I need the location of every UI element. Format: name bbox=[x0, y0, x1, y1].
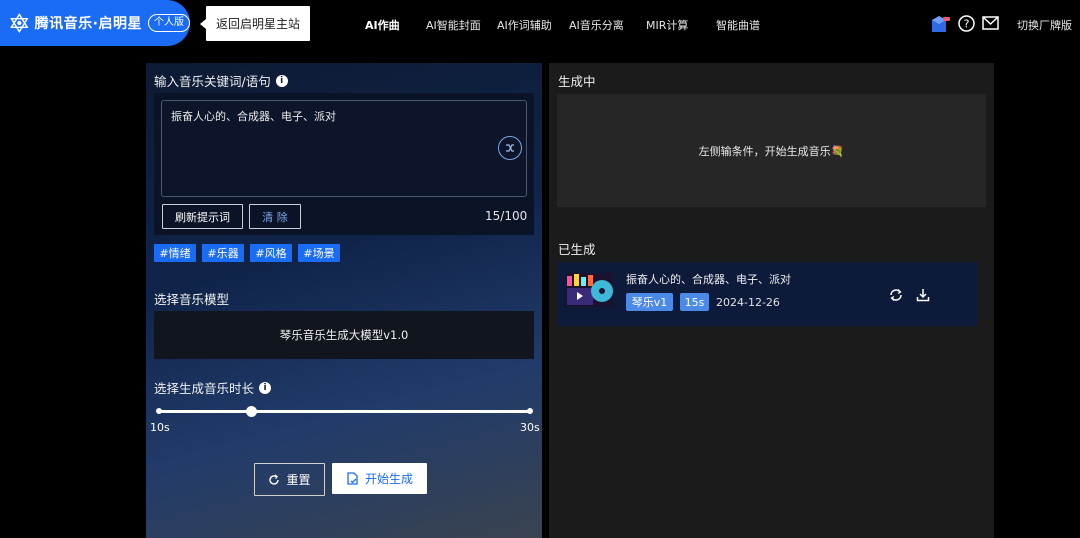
generating-label: 生成中 bbox=[558, 74, 596, 89]
slider-max-dot bbox=[527, 408, 533, 414]
tag-style[interactable]: #风格 bbox=[250, 244, 292, 262]
model-selector[interactable]: 琴乐音乐生成大模型v1.0 bbox=[154, 311, 534, 359]
brand-name: 腾讯音乐·启明星 bbox=[34, 16, 142, 32]
model-label: 选择音乐模型 bbox=[154, 292, 230, 307]
prompt-label: 输入音乐关键词/语句 bbox=[154, 74, 271, 89]
nav-mir[interactable]: MIR计算 bbox=[646, 17, 688, 33]
svg-text:?: ? bbox=[964, 18, 970, 31]
nav-ai-cover[interactable]: AI智能封面 bbox=[426, 17, 481, 33]
refresh-prompt-button[interactable]: 刷新提示词 bbox=[162, 204, 243, 229]
duration-min-label: 10s bbox=[150, 421, 170, 434]
song-card[interactable]: 振奋人心的、合成器、电子、派对 琴乐v1 15s 2024-12-26 bbox=[557, 262, 977, 326]
duration-max-label: 30s bbox=[520, 421, 540, 434]
start-label: 开始生成 bbox=[364, 472, 413, 486]
back-to-main-site-button[interactable]: 返回启明星主站 bbox=[200, 6, 310, 41]
song-date: 2024-12-26 bbox=[716, 296, 780, 309]
help-icon[interactable]: ? bbox=[958, 15, 975, 32]
duration-section-label: 选择生成音乐时长 i bbox=[154, 378, 272, 397]
slider-min-dot bbox=[156, 408, 162, 414]
empty-hint: 左侧输条件，开始生成音乐💐 bbox=[698, 144, 845, 158]
tag-instrument[interactable]: #乐器 bbox=[202, 244, 244, 262]
info-icon[interactable]: i bbox=[275, 74, 288, 87]
generated-label: 已生成 bbox=[558, 242, 596, 257]
prompt-section-label: 输入音乐关键词/语句 i bbox=[154, 71, 288, 90]
nav-ai-compose[interactable]: AI作曲 bbox=[365, 17, 400, 33]
switch-label-edition-link[interactable]: 切换厂牌版 bbox=[1017, 17, 1072, 33]
mail-icon[interactable] bbox=[982, 16, 999, 30]
edition-badge: 个人版 bbox=[148, 14, 190, 32]
duration-label: 选择生成音乐时长 bbox=[154, 381, 255, 396]
duration-slider-thumb[interactable] bbox=[246, 406, 258, 417]
shuffle-icon bbox=[506, 144, 514, 152]
star-logo-icon bbox=[10, 13, 29, 33]
char-counter: 15/100 bbox=[485, 209, 528, 223]
start-generate-button[interactable]: 开始生成 bbox=[332, 463, 427, 494]
regenerate-icon[interactable] bbox=[889, 288, 903, 302]
gift-box-icon[interactable] bbox=[929, 14, 951, 34]
shuffle-prompt-button[interactable] bbox=[498, 136, 522, 160]
generating-area: 左侧输条件，开始生成音乐💐 bbox=[557, 94, 986, 207]
info-icon[interactable]: i bbox=[259, 381, 272, 394]
results-panel: 生成中 左侧输条件，开始生成音乐💐 已生成 振奋人心的、合成器、电子、派对 琴乐… bbox=[549, 63, 994, 538]
song-title: 振奋人心的、合成器、电子、派对 bbox=[626, 273, 791, 286]
song-cover[interactable] bbox=[565, 273, 613, 307]
nav-ai-lyrics[interactable]: AI作词辅助 bbox=[497, 17, 552, 33]
nav-smart-score[interactable]: 智能曲谱 bbox=[716, 17, 760, 33]
prompt-textarea[interactable]: 振奋人心的、合成器、电子、派对 bbox=[161, 100, 527, 197]
nav-ai-separation[interactable]: AI音乐分离 bbox=[569, 17, 624, 33]
duration-slider-track[interactable] bbox=[159, 410, 530, 413]
compose-settings-panel: 输入音乐关键词/语句 i 振奋人心的、合成器、电子、派对 刷新提示词 清 除 1… bbox=[146, 63, 542, 538]
clear-button[interactable]: 清 除 bbox=[249, 204, 301, 229]
reset-button[interactable]: 重置 bbox=[254, 463, 325, 496]
brand-logo[interactable]: 腾讯音乐·启明星 个人版 bbox=[0, 0, 190, 46]
top-bar: 腾讯音乐·启明星 个人版 返回启明星主站 AI作曲 AI智能封面 AI作词辅助 … bbox=[0, 0, 1080, 48]
tag-emotion[interactable]: #情绪 bbox=[154, 244, 196, 262]
prompt-value: 振奋人心的、合成器、电子、派对 bbox=[171, 110, 336, 123]
generate-doc-icon bbox=[347, 472, 358, 485]
refresh-icon bbox=[269, 473, 280, 485]
tag-scene[interactable]: #场景 bbox=[298, 244, 340, 262]
duration-chip: 15s bbox=[680, 293, 709, 311]
download-icon[interactable] bbox=[916, 288, 930, 302]
album-cover-image bbox=[565, 273, 613, 307]
reset-label: 重置 bbox=[286, 473, 311, 487]
model-chip: 琴乐v1 bbox=[626, 293, 673, 311]
